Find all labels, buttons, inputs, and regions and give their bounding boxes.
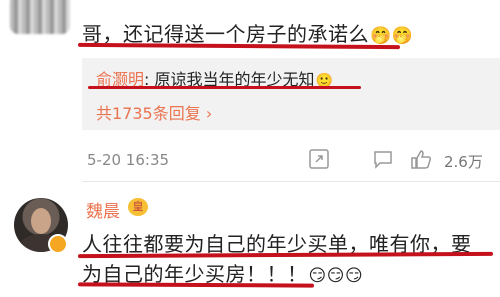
avatar[interactable]	[10, 0, 70, 34]
comment-feed: 哥，还记得送一个房子的承诺么🤭🤭 俞灏明: 原谅我当年的年少无知🙂 共1735条…	[0, 0, 500, 297]
thumbs-up-icon[interactable]	[410, 148, 432, 170]
red-underline	[77, 42, 401, 50]
view-replies-link[interactable]: 共1735条回复 ›	[96, 100, 212, 124]
crown-badge-icon: 皇	[128, 198, 148, 216]
share-icon[interactable]	[308, 148, 330, 170]
divider	[82, 181, 500, 182]
reply-preview[interactable]: 俞灏明: 原谅我当年的年少无知🙂 共1735条回复 ›	[82, 58, 500, 130]
reply-icon[interactable]	[372, 148, 394, 170]
timestamp: 5-20 16:35	[87, 151, 170, 169]
like-count: 2.6万	[444, 153, 483, 171]
comment-meta-row: 5-20 16:35 2.6万	[82, 148, 500, 172]
username[interactable]: 魏晨	[86, 197, 120, 222]
comment-text: 人往往都要为自己的年少买单，唯有你，要 为自己的年少买房！！！😏😏😏	[82, 229, 500, 291]
smirk-emoji-icon: 😏😏😏	[308, 266, 364, 286]
verified-badge-icon	[48, 234, 68, 254]
red-underline	[88, 86, 361, 89]
chevron-right-icon: ›	[205, 104, 213, 123]
grin-emoji-icon: 🤭🤭	[370, 26, 414, 46]
